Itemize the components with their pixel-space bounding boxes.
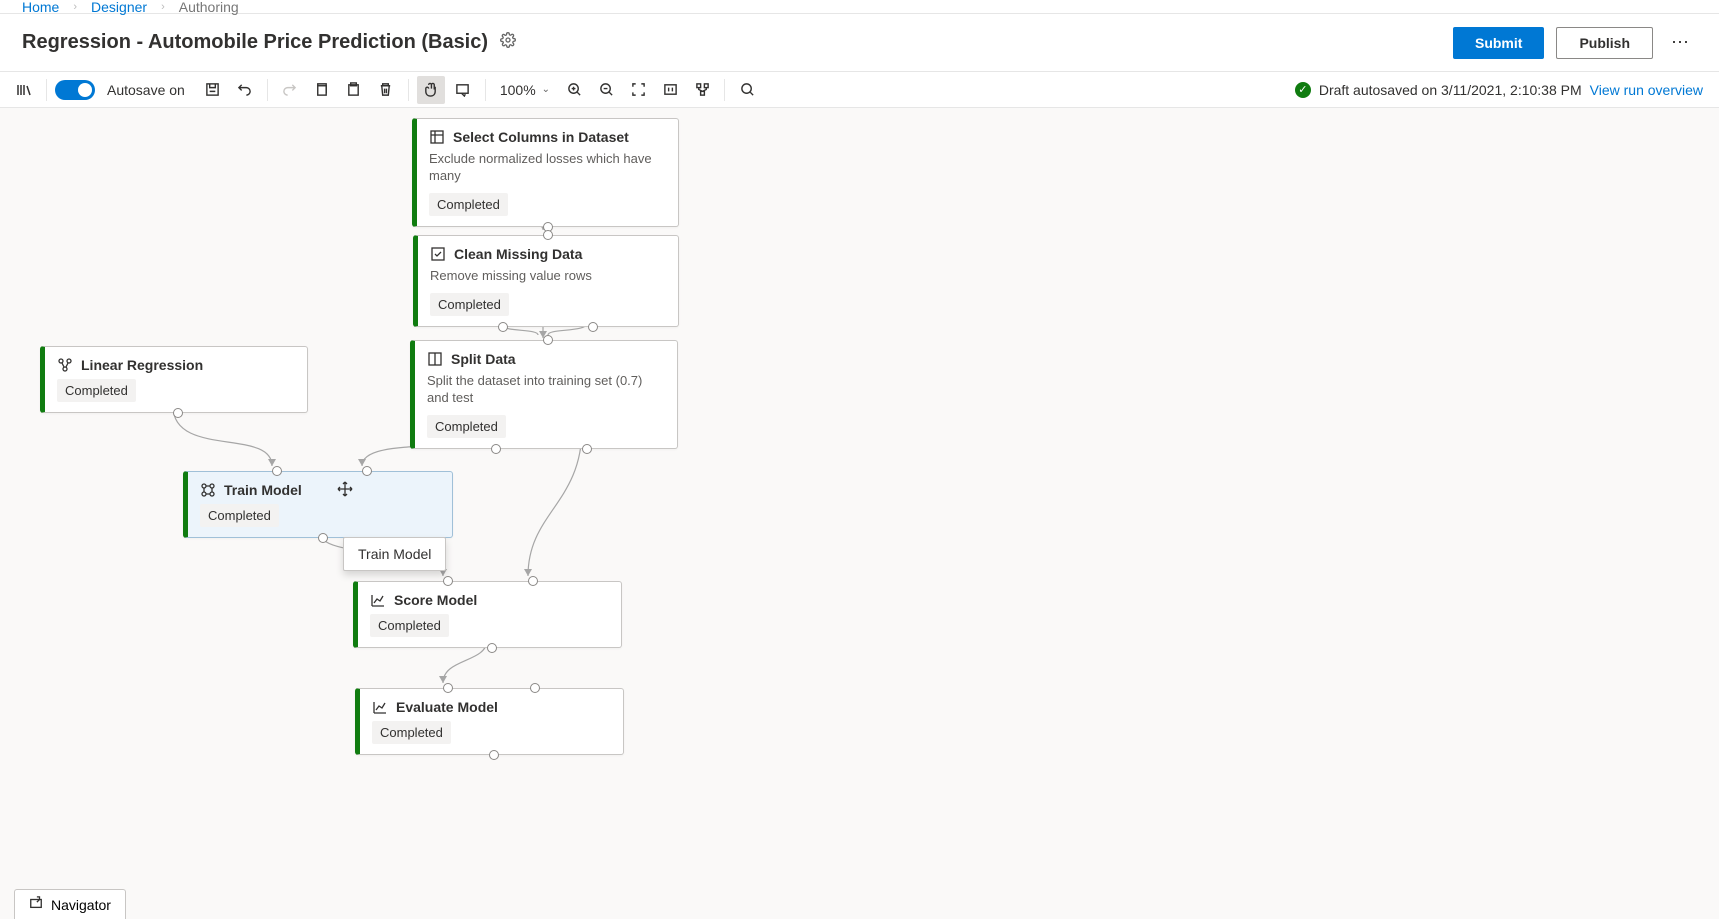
output-port[interactable] [582, 444, 592, 454]
breadcrumb-authoring: Authoring [179, 0, 239, 15]
pipeline-canvas[interactable]: Select Columns in Dataset Exclude normal… [0, 108, 1719, 919]
pan-icon[interactable] [417, 76, 445, 104]
navigator-label: Navigator [51, 897, 111, 913]
output-port[interactable] [173, 408, 183, 418]
evaluate-icon [372, 699, 388, 715]
output-port[interactable] [487, 643, 497, 653]
chevron-down-icon[interactable]: ⌄ [542, 84, 550, 95]
node-title: Split Data [451, 351, 516, 367]
tooltip-train-model: Train Model [343, 537, 446, 571]
output-port[interactable] [498, 322, 508, 332]
breadcrumb-home[interactable]: Home [22, 0, 59, 15]
copy-icon[interactable] [308, 76, 336, 104]
toolbar: Autosave on 100% ⌄ ✓ Draft autosaved on … [0, 72, 1719, 108]
gear-icon[interactable] [500, 32, 516, 53]
zoom-in-icon[interactable] [560, 76, 588, 104]
node-description: Exclude normalized losses which have man… [429, 151, 666, 185]
input-port[interactable] [543, 335, 553, 345]
status-success-icon: ✓ [1295, 82, 1311, 98]
fit-screen-icon[interactable] [624, 76, 652, 104]
breadcrumb-designer[interactable]: Designer [91, 0, 147, 15]
input-port[interactable] [528, 576, 538, 586]
node-title: Linear Regression [81, 357, 203, 373]
zoom-out-icon[interactable] [592, 76, 620, 104]
score-icon [370, 592, 386, 608]
expand-icon [29, 896, 43, 913]
save-icon[interactable] [199, 76, 227, 104]
node-clean-missing-data[interactable]: Clean Missing Data Remove missing value … [413, 235, 679, 327]
publish-button[interactable]: Publish [1556, 27, 1653, 59]
node-status: Completed [57, 379, 136, 402]
node-title: Select Columns in Dataset [453, 129, 629, 145]
select-icon[interactable] [449, 76, 477, 104]
input-port[interactable] [443, 683, 453, 693]
undo-icon[interactable] [231, 76, 259, 104]
zoom-level[interactable]: 100% [500, 82, 536, 98]
input-port[interactable] [272, 466, 282, 476]
node-split-data[interactable]: Split Data Split the dataset into traini… [410, 340, 678, 449]
autosave-status-text: Draft autosaved on 3/11/2021, 2:10:38 PM [1319, 82, 1582, 98]
node-status: Completed [372, 721, 451, 744]
paste-icon[interactable] [340, 76, 368, 104]
node-title: Score Model [394, 592, 477, 608]
node-title: Train Model [224, 482, 302, 498]
train-icon [200, 482, 216, 498]
auto-layout-icon[interactable] [688, 76, 716, 104]
autosave-label: Autosave on [107, 82, 185, 98]
node-title: Evaluate Model [396, 699, 498, 715]
output-port[interactable] [588, 322, 598, 332]
node-status: Completed [429, 193, 508, 216]
redo-icon[interactable] [276, 76, 304, 104]
input-port[interactable] [362, 466, 372, 476]
input-port[interactable] [543, 230, 553, 240]
node-status: Completed [200, 504, 279, 527]
output-port[interactable] [318, 533, 328, 543]
input-port[interactable] [530, 683, 540, 693]
search-icon[interactable] [733, 76, 761, 104]
autosave-toggle[interactable] [55, 80, 95, 100]
clean-icon [430, 246, 446, 262]
navigator-toggle[interactable]: Navigator [14, 889, 126, 919]
input-port[interactable] [443, 576, 453, 586]
actual-size-icon[interactable] [656, 76, 684, 104]
breadcrumb: Home › Designer › Authoring [0, 0, 1719, 14]
dataset-icon [429, 129, 445, 145]
node-status: Completed [430, 293, 509, 316]
move-cursor-icon [337, 481, 353, 497]
node-select-columns[interactable]: Select Columns in Dataset Exclude normal… [412, 118, 679, 227]
submit-button[interactable]: Submit [1453, 27, 1544, 59]
library-icon[interactable] [10, 76, 38, 104]
node-status: Completed [427, 415, 506, 438]
node-description: Remove missing value rows [430, 268, 666, 285]
more-options-button[interactable]: ⋯ [1665, 28, 1697, 57]
node-status: Completed [370, 614, 449, 637]
output-port[interactable] [489, 750, 499, 760]
algorithm-icon [57, 357, 73, 373]
node-linear-regression[interactable]: Linear Regression Completed [40, 346, 308, 413]
node-description: Split the dataset into training set (0.7… [427, 373, 665, 407]
node-train-model[interactable]: Train Model Completed [183, 471, 453, 538]
chevron-right-icon: › [73, 1, 77, 13]
chevron-right-icon: › [161, 1, 165, 13]
delete-icon[interactable] [372, 76, 400, 104]
node-evaluate-model[interactable]: Evaluate Model Completed [355, 688, 624, 755]
view-run-overview-link[interactable]: View run overview [1590, 82, 1703, 98]
node-score-model[interactable]: Score Model Completed [353, 581, 622, 648]
page-title: Regression - Automobile Price Prediction… [22, 31, 488, 54]
output-port[interactable] [491, 444, 501, 454]
page-header: Regression - Automobile Price Prediction… [0, 14, 1719, 72]
node-title: Clean Missing Data [454, 246, 582, 262]
split-icon [427, 351, 443, 367]
